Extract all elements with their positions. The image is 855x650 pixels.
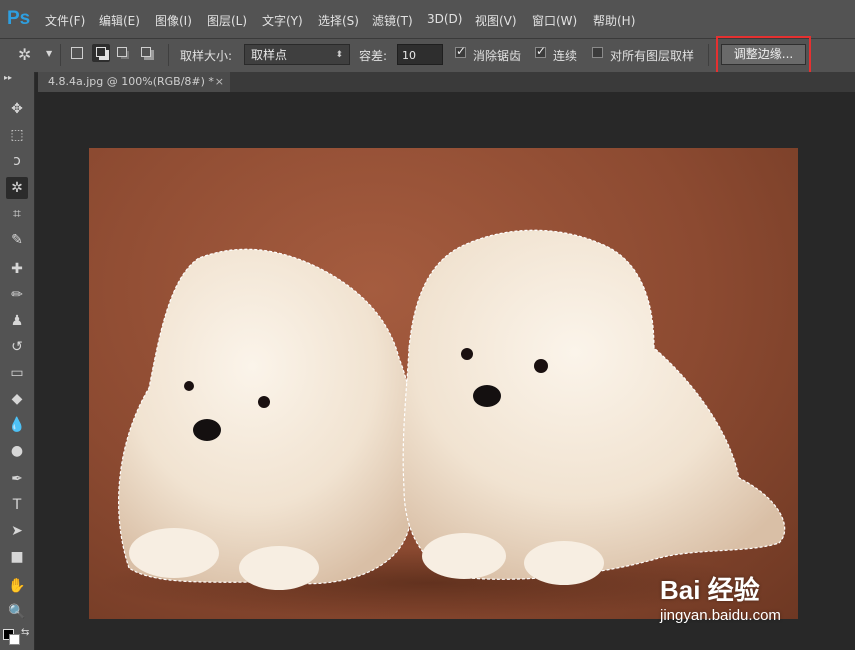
- right-puppy: [402, 229, 786, 580]
- select-arrows-icon: ⬍: [335, 50, 343, 60]
- eyedropper-tool-icon[interactable]: ✎: [6, 229, 28, 251]
- menu-edit[interactable]: 编辑(E): [99, 12, 140, 29]
- add-selection-glyph: [96, 47, 106, 57]
- separator: [708, 44, 709, 66]
- tolerance-label: 容差:: [359, 49, 388, 63]
- paint-bucket-tool-icon[interactable]: ◆: [6, 388, 28, 410]
- document-tab-title: 4.8.4a.jpg @ 100%(RGB/8#) *: [48, 75, 214, 88]
- right-puppy-eye: [461, 348, 473, 360]
- right-puppy-nose: [473, 385, 501, 407]
- contiguous-label: 连续: [553, 49, 578, 63]
- paw: [239, 546, 319, 590]
- all-layers-label: 对所有图层取样: [610, 49, 695, 63]
- hand-tool-icon[interactable]: ✋: [6, 575, 28, 597]
- tolerance-input[interactable]: 10: [397, 44, 443, 65]
- paw: [129, 528, 219, 578]
- sample-size-select[interactable]: 取样点 ⬍: [244, 44, 350, 65]
- paw: [422, 533, 506, 579]
- document-tab[interactable]: 4.8.4a.jpg @ 100%(RGB/8#) * ×: [38, 72, 230, 92]
- subtract-selection-icon[interactable]: [117, 47, 127, 57]
- type-tool-icon[interactable]: T: [6, 494, 28, 516]
- blur-tool-icon[interactable]: 💧: [6, 414, 28, 436]
- baidu-watermark-url: jingyan.baidu.com: [660, 607, 781, 624]
- document-canvas-image[interactable]: [89, 148, 798, 619]
- menu-layer[interactable]: 图层(L): [207, 12, 247, 29]
- separator: [168, 44, 169, 66]
- antialias-checkbox[interactable]: [455, 44, 466, 58]
- background-color-swatch[interactable]: [9, 634, 20, 645]
- rectangle-tool-icon[interactable]: ■: [6, 546, 28, 568]
- left-puppy-eye: [184, 381, 194, 391]
- lasso-tool-icon[interactable]: ↄ: [6, 150, 28, 172]
- pen-tool-icon[interactable]: ✒: [6, 468, 28, 490]
- all-layers-checkbox[interactable]: [592, 47, 603, 58]
- swap-colors-icon[interactable]: ⇆: [21, 627, 29, 638]
- crop-tool-icon[interactable]: ⌗: [6, 203, 28, 225]
- menu-window[interactable]: 窗口(W): [532, 12, 577, 29]
- menu-bar: Ps 文件(F) 编辑(E) 图像(I) 图层(L) 文字(Y) 选择(S) 滤…: [0, 0, 855, 39]
- photoshop-logo: Ps: [7, 8, 31, 29]
- marquee-tool-icon[interactable]: ⬚: [6, 124, 28, 146]
- menu-file[interactable]: 文件(F): [45, 12, 85, 29]
- tools-panel: ▸▸ ✥ ⬚ ↄ ✲ ⌗ ✎ ✚ ✏ ♟ ↺ ▭ ◆ 💧 ● ✒ T ➤ ■ ✋…: [0, 72, 35, 650]
- annotation-highlight-box: [716, 36, 811, 76]
- separator: [60, 44, 61, 66]
- tool-preset-icon[interactable]: ✲: [18, 45, 31, 64]
- antialias-label: 消除锯齿: [473, 49, 522, 63]
- zoom-tool-icon[interactable]: 🔍: [6, 601, 28, 623]
- paw: [524, 541, 604, 585]
- magic-wand-tool-icon[interactable]: ✲: [6, 177, 28, 199]
- intersect-selection-icon[interactable]: [141, 47, 151, 57]
- history-brush-tool-icon[interactable]: ↺: [6, 336, 28, 358]
- menu-view[interactable]: 视图(V): [475, 12, 517, 29]
- dodge-tool-icon[interactable]: ●: [6, 440, 28, 462]
- sample-size-label: 取样大小:: [180, 49, 233, 63]
- brush-tool-icon[interactable]: ✏: [6, 284, 28, 306]
- menu-type[interactable]: 文字(Y): [262, 12, 303, 29]
- menu-3d[interactable]: 3D(D): [427, 12, 462, 26]
- path-selection-tool-icon[interactable]: ➤: [6, 520, 28, 542]
- right-puppy-eye: [534, 359, 548, 373]
- baidu-watermark-logo: Bai 经验: [660, 575, 760, 605]
- puppies-photo-svg: [99, 229, 786, 618]
- contiguous-checkbox[interactable]: [535, 44, 546, 58]
- close-tab-icon[interactable]: ×: [215, 72, 224, 92]
- clone-stamp-tool-icon[interactable]: ♟: [6, 310, 28, 332]
- left-puppy-nose: [193, 419, 221, 441]
- menu-filter[interactable]: 滤镜(T): [372, 12, 413, 29]
- preset-dropdown-icon[interactable]: ▼: [46, 49, 52, 58]
- collapse-panel-icon[interactable]: ▸▸: [4, 73, 12, 82]
- healing-brush-tool-icon[interactable]: ✚: [6, 258, 28, 280]
- eraser-tool-icon[interactable]: ▭: [6, 362, 28, 384]
- document-tab-strip: 4.8.4a.jpg @ 100%(RGB/8#) * ×: [38, 72, 855, 92]
- left-puppy-eye: [258, 396, 270, 408]
- sample-size-value: 取样点: [251, 48, 288, 62]
- menu-help[interactable]: 帮助(H): [593, 12, 635, 29]
- new-selection-icon[interactable]: [71, 47, 83, 59]
- menu-image[interactable]: 图像(I): [155, 12, 192, 29]
- move-tool-icon[interactable]: ✥: [6, 98, 28, 120]
- menu-select[interactable]: 选择(S): [318, 12, 359, 29]
